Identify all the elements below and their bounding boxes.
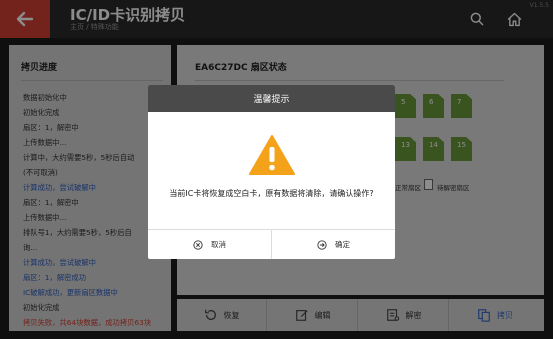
cancel-label: 取消 bbox=[211, 240, 226, 249]
dialog-message: 当前IC卡将恢复成空白卡，原有数据将清除，请确认操作? bbox=[169, 189, 374, 198]
confirm-label: 确定 bbox=[335, 240, 350, 249]
warning-icon bbox=[249, 135, 295, 175]
dialog-button-bar: 取消 确定 bbox=[148, 229, 395, 259]
confirm-dialog: 温馨提示 当前IC卡将恢复成空白卡，原有数据将清除，请确认操作? 取消 确定 bbox=[148, 85, 395, 259]
close-circle-icon bbox=[193, 239, 203, 250]
cancel-button[interactable]: 取消 bbox=[148, 230, 271, 259]
dialog-title: 温馨提示 bbox=[148, 85, 395, 112]
arrow-right-circle-icon bbox=[317, 239, 327, 250]
confirm-button[interactable]: 确定 bbox=[271, 230, 395, 259]
